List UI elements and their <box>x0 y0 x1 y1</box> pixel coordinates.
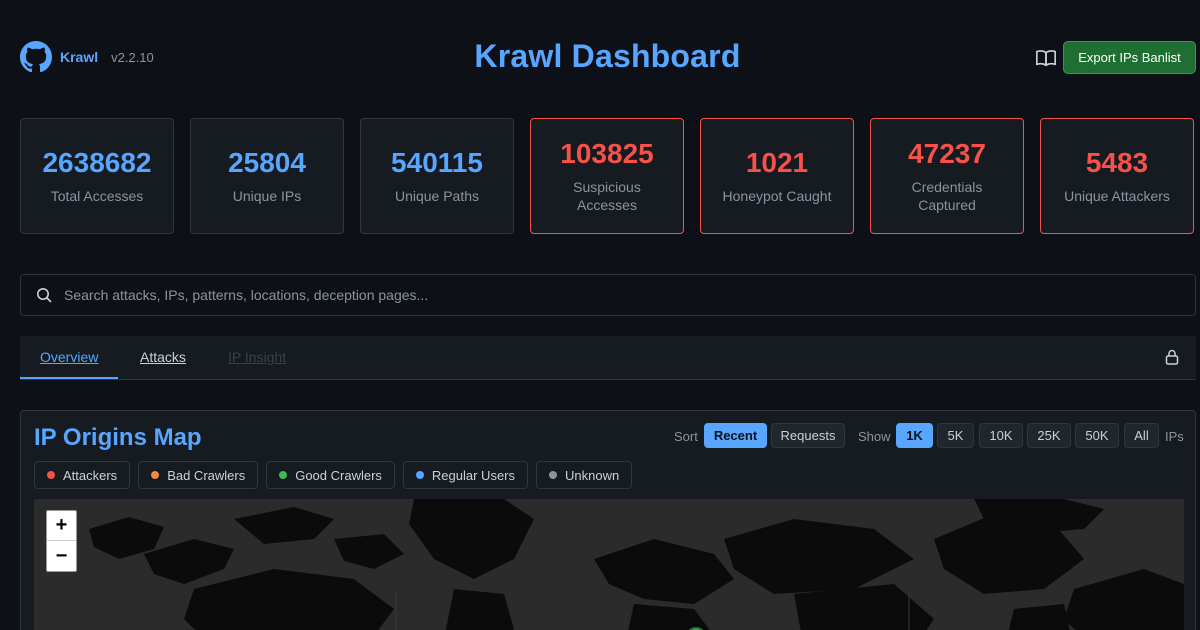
book-icon[interactable] <box>1035 47 1057 69</box>
lock-icon[interactable] <box>1165 349 1179 365</box>
map-legend: Attackers Bad Crawlers Good Crawlers Reg… <box>34 461 633 489</box>
map-landmass <box>89 499 1184 630</box>
ip-origins-map-panel: IP Origins Map Sort Recent Requests Show… <box>20 410 1196 630</box>
stat-card-credentials-captured: 47237 Credentials Captured <box>870 118 1024 234</box>
active-tab-indicator <box>20 377 118 379</box>
stat-card-honeypot-caught: 1021 Honeypot Caught <box>700 118 854 234</box>
stat-label: Suspicious Accesses <box>573 179 641 213</box>
unknown-dot-icon <box>549 471 558 479</box>
stat-card-unique-attackers: 5483 Unique Attackers <box>1040 118 1194 234</box>
stat-label: Credentials Captured <box>911 179 983 213</box>
page-title: Krawl Dashboard <box>474 38 741 74</box>
search-icon <box>37 288 52 303</box>
stat-value: 2638682 <box>42 147 152 178</box>
stat-card-total-accesses: 2638682 Total Accesses <box>20 118 174 234</box>
tab-bar: Overview Attacks IP Insight <box>20 336 1196 380</box>
stat-card-unique-ips: 25804 Unique IPs <box>190 118 344 234</box>
search-input[interactable] <box>64 275 1195 315</box>
panel-title: IP Origins Map <box>34 424 202 451</box>
legend-regular-users[interactable]: Regular Users <box>402 461 529 489</box>
show-10k-button[interactable]: 10K <box>979 423 1023 448</box>
stat-label: Unique Attackers <box>1064 188 1170 204</box>
show-all-button[interactable]: All <box>1124 423 1159 448</box>
legend-unknown[interactable]: Unknown <box>536 461 633 489</box>
stat-value: 540115 <box>391 147 483 178</box>
show-suffix: IPs <box>1165 429 1184 444</box>
legend-label: Regular Users <box>431 467 516 483</box>
map-zoom-control: + − <box>46 510 77 572</box>
zoom-out-button[interactable]: − <box>47 541 76 571</box>
legend-label: Good Crawlers <box>295 467 382 483</box>
sort-requests-button[interactable]: Requests <box>771 423 845 448</box>
legend-label: Bad Crawlers <box>167 467 246 483</box>
show-50k-button[interactable]: 50K <box>1075 423 1119 448</box>
sort-label: Sort <box>674 429 698 444</box>
stat-label: Unique Paths <box>394 188 480 204</box>
stat-value: 5483 <box>1085 147 1149 178</box>
tab-attacks[interactable]: Attacks <box>140 349 186 365</box>
dashboard-page: Krawl v2.2.10 Krawl Dashboard Export IPs… <box>0 0 1200 630</box>
search-bar <box>20 274 1196 316</box>
stat-value: 25804 <box>228 147 306 178</box>
legend-label: Unknown <box>565 467 620 483</box>
zoom-in-button[interactable]: + <box>47 511 76 541</box>
stats-row: 2638682 Total Accesses 25804 Unique IPs … <box>20 118 1194 234</box>
tab-ip-insight: IP Insight <box>228 349 287 365</box>
tab-overview[interactable]: Overview <box>40 349 98 365</box>
stat-card-suspicious-accesses: 103825 Suspicious Accesses <box>530 118 684 234</box>
stat-value: 1021 <box>745 147 809 178</box>
legend-good-crawlers[interactable]: Good Crawlers <box>266 461 395 489</box>
stat-label: Unique IPs <box>232 188 302 204</box>
sort-recent-button[interactable]: Recent <box>704 423 767 448</box>
world-map[interactable]: + − <box>34 499 1184 630</box>
attackers-dot-icon <box>47 471 55 479</box>
stat-label: Honeypot Caught <box>722 188 832 204</box>
show-5k-button[interactable]: 5K <box>937 423 974 448</box>
show-label: Show <box>858 429 891 444</box>
legend-bad-crawlers[interactable]: Bad Crawlers <box>138 461 259 489</box>
bad-crawlers-dot-icon <box>151 471 160 479</box>
stat-value: 103825 <box>560 138 654 169</box>
regular-users-dot-icon <box>415 471 424 479</box>
legend-attackers[interactable]: Attackers <box>34 461 131 489</box>
show-25k-button[interactable]: 25K <box>1027 423 1071 448</box>
export-ips-banlist-button[interactable]: Export IPs Banlist <box>1063 41 1196 74</box>
good-crawlers-dot-icon <box>279 471 288 479</box>
show-1k-button[interactable]: 1K <box>896 423 933 448</box>
legend-label: Attackers <box>63 467 118 483</box>
stat-value: 47237 <box>908 138 986 169</box>
stat-label: Total Accesses <box>50 188 144 204</box>
stat-card-unique-paths: 540115 Unique Paths <box>360 118 514 234</box>
